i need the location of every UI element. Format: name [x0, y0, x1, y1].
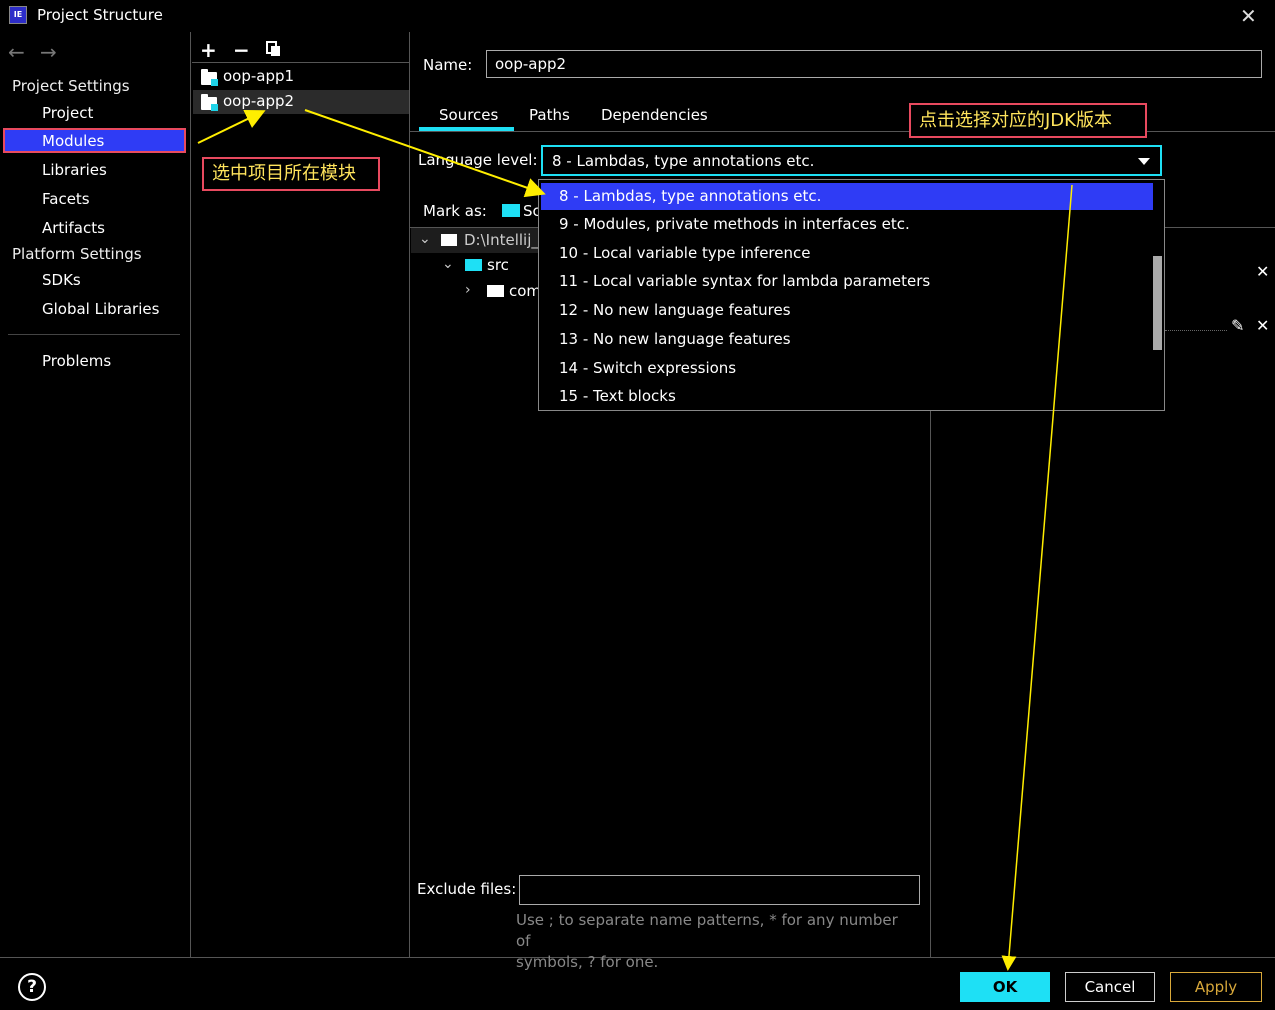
tab-paths[interactable]: Paths — [529, 106, 570, 124]
remove-module-icon[interactable]: − — [233, 38, 250, 62]
module-folder-icon — [201, 69, 218, 86]
language-option[interactable]: 8 - Lambdas, type annotations etc. — [541, 183, 1153, 210]
source-folder-icon — [465, 259, 482, 271]
nav-item-global-libraries[interactable]: Global Libraries — [42, 300, 159, 318]
window-title: Project Structure — [37, 6, 163, 24]
close-icon[interactable]: ✕ — [1256, 262, 1269, 281]
module-row-oop-app2[interactable]: oop-app2 — [193, 90, 409, 114]
nav-separator — [8, 334, 180, 335]
exclude-files-input[interactable] — [519, 875, 920, 905]
add-module-icon[interactable]: + — [200, 38, 217, 62]
module-list-divider — [409, 32, 410, 957]
dropdown-scrollbar[interactable] — [1153, 256, 1162, 350]
module-row-oop-app1[interactable]: oop-app1 — [193, 65, 409, 89]
nav-item-sdks[interactable]: SDKs — [42, 271, 81, 289]
exclude-hint-line: Use ; to separate name patterns, * for a… — [516, 911, 898, 950]
title-bar — [0, 0, 1275, 32]
tree-root-label: D:\Intellij_ — [464, 231, 539, 249]
chevron-down-icon[interactable]: ⌄ — [419, 231, 431, 247]
back-arrow-icon[interactable]: ← — [8, 40, 25, 64]
language-option[interactable]: 13 - No new language features — [541, 326, 1153, 353]
nav-item-artifacts[interactable]: Artifacts — [42, 219, 105, 237]
close-icon[interactable]: ✕ — [1256, 316, 1269, 335]
ok-button[interactable]: OK — [960, 972, 1050, 1002]
nav-header-platform-settings: Platform Settings — [12, 245, 142, 263]
language-level-value: 8 - Lambdas, type annotations etc. — [552, 152, 815, 170]
language-option[interactable]: 15 - Text blocks — [541, 383, 1153, 410]
dotted-separator — [1165, 330, 1227, 331]
nav-header-project-settings: Project Settings — [12, 77, 130, 95]
nav-item-problems[interactable]: Problems — [42, 352, 111, 370]
module-name-input[interactable] — [486, 50, 1262, 78]
tree-src-label: src — [487, 256, 509, 274]
language-option[interactable]: 14 - Switch expressions — [541, 355, 1153, 382]
module-label: oop-app2 — [223, 92, 295, 110]
nav-item-facets[interactable]: Facets — [42, 190, 90, 208]
chevron-down-icon[interactable]: ⌄ — [442, 256, 454, 272]
arrow-to-module — [197, 109, 266, 144]
chevron-right-icon[interactable]: › — [465, 282, 471, 298]
mark-as-label: Mark as: — [423, 202, 487, 220]
language-option[interactable]: 9 - Modules, private methods in interfac… — [541, 211, 1153, 238]
language-level-dropdown: 8 - Lambdas, type annotations etc. 9 - M… — [538, 179, 1165, 411]
exclude-files-hint: Use ; to separate name patterns, * for a… — [516, 910, 916, 973]
language-level-select[interactable]: 8 - Lambdas, type annotations etc. — [541, 145, 1162, 176]
language-option[interactable]: 12 - No new language features — [541, 297, 1153, 324]
close-icon[interactable]: ✕ — [1240, 4, 1257, 28]
edit-pencil-icon[interactable]: ✎ — [1231, 316, 1244, 335]
apply-button[interactable]: Apply — [1170, 972, 1262, 1002]
language-option[interactable]: 11 - Local variable syntax for lambda pa… — [541, 268, 1153, 295]
annotation-select-jdk: 点击选择对应的JDK版本 — [909, 103, 1147, 138]
nav-item-project[interactable]: Project — [42, 104, 93, 122]
cancel-button[interactable]: Cancel — [1065, 972, 1155, 1002]
module-folder-icon — [201, 94, 218, 111]
forward-arrow-icon[interactable]: → — [40, 40, 57, 64]
help-button[interactable]: ? — [18, 973, 46, 1001]
exclude-files-label: Exclude files: — [417, 880, 517, 898]
module-label: oop-app1 — [223, 67, 295, 85]
chevron-down-icon — [1138, 158, 1150, 165]
folder-icon — [441, 234, 457, 246]
nav-item-libraries[interactable]: Libraries — [42, 161, 107, 179]
module-toolbar-divider — [192, 62, 409, 63]
tab-dependencies[interactable]: Dependencies — [601, 106, 708, 124]
name-label: Name: — [423, 56, 473, 74]
sources-folder-icon[interactable] — [502, 204, 520, 217]
intellij-logo-icon: IE — [9, 6, 27, 24]
language-level-label: Language level: — [418, 151, 538, 169]
tab-sources[interactable]: Sources — [439, 106, 498, 124]
package-folder-icon — [487, 285, 504, 297]
copy-module-icon[interactable] — [266, 41, 280, 56]
tree-com-label: com — [509, 282, 542, 300]
nav-divider — [190, 32, 191, 957]
annotation-select-module: 选中项目所在模块 — [202, 157, 380, 191]
language-option[interactable]: 10 - Local variable type inference — [541, 240, 1153, 267]
tab-active-indicator — [419, 127, 514, 131]
exclude-hint-line: symbols, ? for one. — [516, 953, 659, 971]
nav-item-modules[interactable]: Modules — [42, 132, 104, 150]
